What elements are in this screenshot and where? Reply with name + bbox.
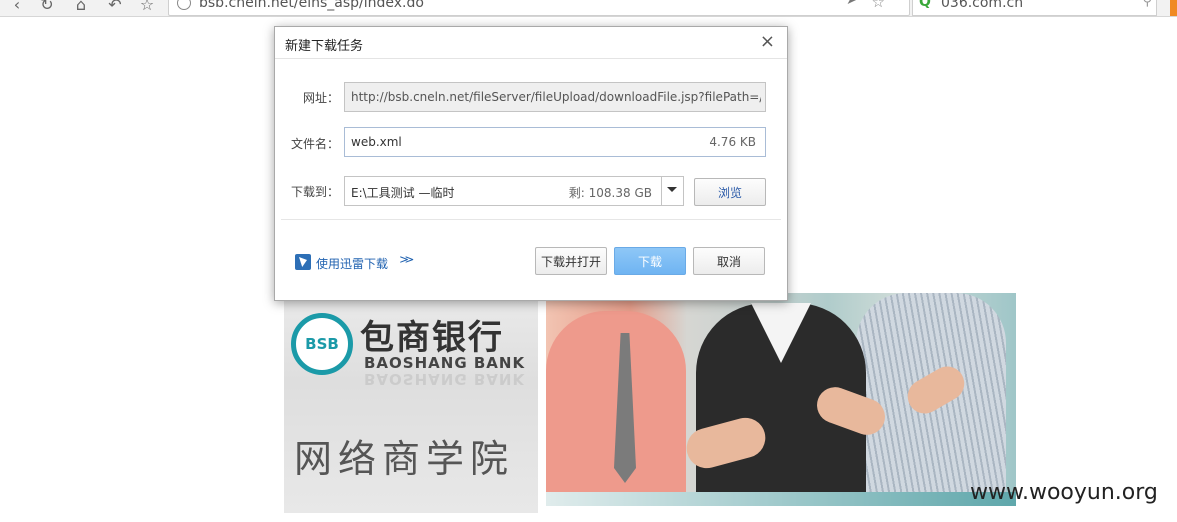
use-thunder-link[interactable]: 使用迅雷下载 [316, 255, 388, 272]
search-icon[interactable]: ⚲ [1142, 0, 1152, 9]
browse-button[interactable]: 浏览 [694, 178, 766, 206]
person-left [546, 311, 686, 506]
bank-banner-left: BSB 包商银行 BAOSHANG BANK BAOSHANG BANK 网络商… [284, 294, 538, 513]
address-bar[interactable]: bsb.cneln.net/elns_asp/index.do ➤ ☆ [168, 0, 910, 16]
filename-input[interactable]: web.xml 4.76 KB [344, 127, 766, 157]
home-icon[interactable]: ⌂ [70, 0, 92, 16]
go-arrow-icon[interactable]: ➤ [846, 0, 857, 8]
url-value: http://bsb.cneln.net/fileServer/fileUplo… [351, 90, 761, 104]
watermark: www.wooyun.org [970, 480, 1158, 505]
save-path-input[interactable]: E:\工具测试 —临时 剩: 108.38 GB [344, 176, 662, 206]
new-download-dialog: 新建下载任务 × 网址： http://bsb.cneln.net/fileSe… [274, 26, 788, 301]
banner-photo [546, 293, 1016, 506]
browser-toolbar: ‹ ↻ ⌂ ↶ ☆ bsb.cneln.net/elns_asp/index.d… [0, 0, 1177, 17]
favorite-star-icon[interactable]: ☆ [136, 0, 158, 16]
bank-name-cn: 包商银行 [360, 318, 504, 358]
close-icon[interactable]: × [760, 31, 775, 52]
divider [281, 219, 781, 220]
bsb-logo: BSB [291, 313, 353, 375]
download-and-open-button[interactable]: 下载并打开 [535, 247, 607, 275]
school-title: 网络商学院 [294, 437, 515, 481]
address-url[interactable]: bsb.cneln.net/elns_asp/index.do [199, 0, 424, 11]
remaining-space: 剩: 108.38 GB [568, 186, 652, 200]
logo-text: BSB [305, 335, 339, 353]
dialog-title: 新建下载任务 [285, 39, 364, 54]
search-engine-icon: Q [919, 0, 931, 10]
save-path-value: E:\工具测试 —临时 [351, 186, 455, 200]
file-size: 4.76 KB [709, 135, 756, 149]
thunder-icon[interactable] [295, 254, 311, 270]
saveto-label: 下载到： [290, 185, 339, 199]
info-icon [177, 0, 191, 10]
search-box[interactable]: Q 036.com.cn ⚲ [912, 0, 1157, 16]
save-path-dropdown-button[interactable] [662, 176, 684, 206]
photo-bottom-strip [546, 492, 1016, 506]
refresh-icon[interactable]: ↻ [36, 0, 58, 16]
filename-value: web.xml [351, 135, 402, 149]
search-text[interactable]: 036.com.cn [941, 0, 1023, 11]
back-icon[interactable]: ‹ [6, 0, 28, 16]
toolbar-extension-icon[interactable] [1170, 0, 1177, 16]
url-label: 网址： [302, 91, 339, 105]
expand-chevron-icon[interactable]: ≫ [399, 253, 414, 266]
chevron-down-icon [667, 187, 677, 192]
undo-icon[interactable]: ↶ [104, 0, 126, 16]
bank-name-reflection: BAOSHANG BANK [364, 370, 526, 388]
cancel-button[interactable]: 取消 [693, 247, 765, 275]
bookmark-star-icon[interactable]: ☆ [872, 0, 885, 11]
download-button[interactable]: 下载 [614, 247, 686, 275]
url-field[interactable]: http://bsb.cneln.net/fileServer/fileUplo… [344, 82, 766, 112]
divider [275, 58, 787, 59]
filename-label: 文件名： [290, 137, 339, 151]
